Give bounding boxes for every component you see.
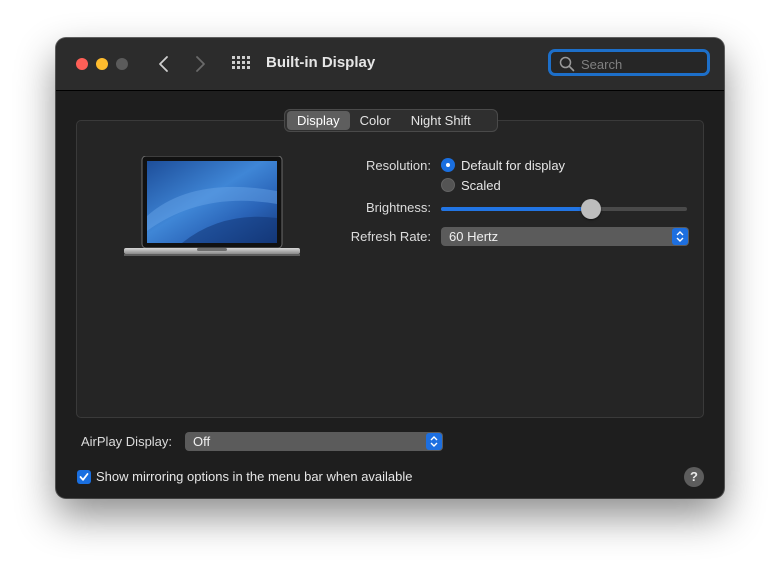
checkmark-icon <box>79 473 89 481</box>
airplay-value: Off <box>193 434 211 449</box>
chevron-left-icon <box>159 56 168 72</box>
grid-icon <box>232 56 250 69</box>
refresh-rate-value: 60 Hertz <box>449 229 499 244</box>
brightness-label: Brightness: <box>365 200 431 215</box>
search-field[interactable] <box>548 49 710 76</box>
refresh-rate-select[interactable]: 60 Hertz <box>441 227 689 246</box>
title-bar: Built-in Display <box>56 38 724 91</box>
brightness-slider-knob[interactable] <box>581 199 602 219</box>
resolution-label: Resolution: <box>365 158 431 173</box>
brightness-slider-fill <box>441 207 592 211</box>
radio-default-for-display[interactable] <box>441 158 455 172</box>
stepper-arrows-icon <box>426 433 442 450</box>
tab-night-shift[interactable]: Night Shift <box>401 111 481 130</box>
tab-bar: Display Color Night Shift <box>284 109 498 132</box>
window-title: Built-in Display <box>266 54 376 71</box>
laptop-image <box>124 156 300 256</box>
tab-display[interactable]: Display <box>287 111 350 130</box>
close-button[interactable] <box>76 58 88 70</box>
forward-button[interactable] <box>188 52 212 76</box>
chevron-right-icon <box>196 56 205 72</box>
minimize-button[interactable] <box>96 58 108 70</box>
preferences-window: Built-in Display Display Color Night Shi… <box>56 38 724 498</box>
resolution-option-scaled: Scaled <box>461 178 501 193</box>
stepper-arrows-icon <box>672 228 688 245</box>
airplay-select[interactable]: Off <box>185 432 443 451</box>
mirroring-label[interactable]: Show mirroring options in the menu bar w… <box>96 469 413 484</box>
search-input[interactable] <box>579 54 703 74</box>
airplay-label: AirPlay Display: <box>81 434 173 449</box>
tab-color[interactable]: Color <box>350 111 401 130</box>
brightness-slider[interactable] <box>441 199 687 219</box>
refresh-rate-label: Refresh Rate: <box>350 229 431 244</box>
zoom-button[interactable] <box>116 58 128 70</box>
back-button[interactable] <box>152 52 176 76</box>
radio-scaled[interactable] <box>441 178 455 192</box>
mirroring-checkbox[interactable] <box>77 470 91 484</box>
search-icon <box>559 56 575 72</box>
show-all-button[interactable] <box>232 56 250 70</box>
help-button[interactable]: ? <box>684 467 704 487</box>
resolution-option-default: Default for display <box>461 158 566 173</box>
